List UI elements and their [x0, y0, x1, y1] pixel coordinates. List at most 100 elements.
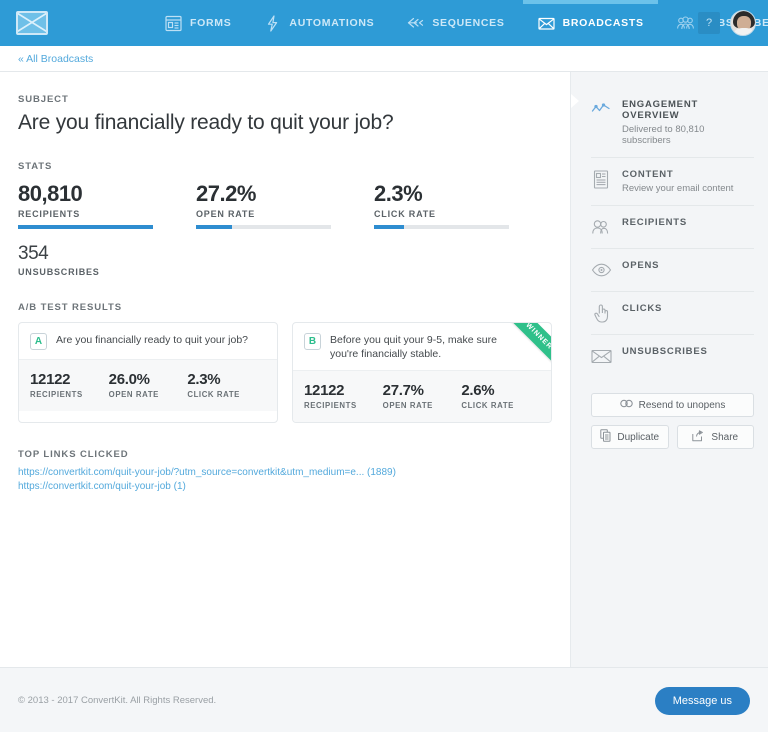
- ab-stat-value: 2.3%: [187, 371, 266, 388]
- document-icon: [591, 169, 611, 189]
- sidebar-item-recipients[interactable]: RECIPIENTS: [591, 205, 754, 248]
- stat-bar-fill: [18, 225, 153, 229]
- main-content-panel: SUBJECT Are you financially ready to qui…: [0, 72, 571, 667]
- variant-subject: Are you financially ready to quit your j…: [56, 333, 262, 347]
- sidebar-item-text: CLICKS: [622, 303, 662, 314]
- ab-stat-value: 12122: [304, 382, 383, 399]
- stat-value: 2.3%: [374, 181, 552, 207]
- sidebar-item-text: ENGAGEMENT OVERVIEW Delivered to 80,810 …: [622, 99, 754, 146]
- message-us-button[interactable]: Message us: [655, 687, 750, 715]
- stat-open-rate: 27.2% OPEN RATE: [196, 181, 374, 229]
- stat-name: RECIPIENTS: [18, 209, 196, 219]
- stat-value: 80,810: [18, 181, 196, 207]
- envelope-icon: [537, 15, 556, 32]
- nav-right-controls: ?: [698, 0, 756, 46]
- eye-icon: [591, 260, 611, 280]
- sidebar-item-subtitle: Review your email content: [622, 183, 733, 194]
- envelope-icon: [591, 346, 611, 366]
- ab-stat-value: 27.7%: [383, 382, 462, 399]
- variant-badge: B: [304, 333, 321, 350]
- engagement-sidebar: ENGAGEMENT OVERVIEW Delivered to 80,810 …: [571, 72, 768, 667]
- ab-variants-row: A Are you financially ready to quit your…: [18, 322, 552, 423]
- forms-icon: [164, 15, 183, 32]
- sidebar-item-text: CONTENT Review your email content: [622, 169, 733, 194]
- sidebar-item-engagement-overview[interactable]: ENGAGEMENT OVERVIEW Delivered to 80,810 …: [591, 88, 754, 157]
- sidebar-item-label: RECIPIENTS: [622, 217, 687, 228]
- sidebar-item-clicks[interactable]: CLICKS: [591, 291, 754, 334]
- avatar-body: [732, 28, 756, 36]
- stat-bar-fill: [374, 225, 404, 229]
- sidebar-item-content[interactable]: CONTENT Review your email content: [591, 157, 754, 205]
- ab-stat-recipients: 12122 RECIPIENTS: [30, 371, 109, 399]
- ab-variant-card-b[interactable]: WINNER B Before you quit your 9-5, make …: [292, 322, 552, 423]
- line-chart-icon: [591, 99, 611, 119]
- stat-unsubscribes: 354 UNSUBSCRIBES: [18, 243, 201, 277]
- ab-stat-value: 2.6%: [461, 382, 540, 399]
- brand-logo[interactable]: [16, 10, 48, 36]
- sidebar-item-text: OPENS: [622, 260, 659, 271]
- share-icon: [692, 430, 705, 445]
- subject-label: SUBJECT: [18, 94, 552, 105]
- ab-stat-click-rate: 2.6% CLICK RATE: [461, 382, 540, 410]
- nav-item-sequences[interactable]: SEQUENCES: [402, 0, 508, 46]
- active-item-pointer-icon: [571, 94, 579, 108]
- ab-stat-name: OPEN RATE: [109, 390, 188, 399]
- sidebar-item-label: CONTENT: [622, 169, 733, 180]
- ab-stat-value: 26.0%: [109, 371, 188, 388]
- envelope-logo-icon: [16, 11, 48, 35]
- nav-label-forms: FORMS: [190, 17, 231, 29]
- pointing-hand-icon: [591, 303, 611, 323]
- link-item[interactable]: https://convertkit.com/quit-your-job/?ut…: [18, 467, 552, 478]
- stat-name: OPEN RATE: [196, 209, 374, 219]
- sidebar-item-opens[interactable]: OPENS: [591, 248, 754, 291]
- ab-stat-name: RECIPIENTS: [304, 401, 383, 410]
- breadcrumb-bar: « All Broadcasts: [0, 46, 768, 72]
- nav-item-automations[interactable]: AUTOMATIONS: [259, 0, 378, 46]
- ab-variant-card-a[interactable]: A Are you financially ready to quit your…: [18, 322, 278, 423]
- ab-stat-name: OPEN RATE: [383, 401, 462, 410]
- share-button[interactable]: Share: [677, 425, 755, 449]
- top-links-label: TOP LINKS CLICKED: [18, 449, 552, 460]
- link-item[interactable]: https://convertkit.com/quit-your-job (1): [18, 481, 552, 492]
- ab-stat-click-rate: 2.3% CLICK RATE: [187, 371, 266, 399]
- avatar[interactable]: [730, 10, 756, 36]
- sequences-arrows-icon: [406, 15, 425, 32]
- ab-stat-value: 12122: [30, 371, 109, 388]
- stat-bar-track: [18, 225, 153, 229]
- ab-card-stats: 12122 RECIPIENTS 27.7% OPEN RATE 2.6% CL…: [293, 370, 551, 422]
- share-label: Share: [711, 432, 738, 443]
- sidebar-item-unsubscribes[interactable]: UNSUBSCRIBES: [591, 334, 754, 377]
- ab-stat-name: CLICK RATE: [461, 401, 540, 410]
- duplicate-button[interactable]: Duplicate: [591, 425, 669, 449]
- page-title: Are you financially ready to quit your j…: [18, 111, 552, 135]
- copyright-text: © 2013 - 2017 ConvertKit. All Rights Res…: [18, 695, 216, 706]
- sidebar-item-text: RECIPIENTS: [622, 217, 687, 228]
- ab-stat-recipients: 12122 RECIPIENTS: [304, 382, 383, 410]
- ab-stat-open-rate: 27.7% OPEN RATE: [383, 382, 462, 410]
- sidebar-item-label: ENGAGEMENT OVERVIEW: [622, 99, 754, 121]
- nav-label-broadcasts: BROADCASTS: [563, 17, 644, 29]
- nav-items: FORMS AUTOMATIONS: [160, 0, 768, 46]
- breadcrumb[interactable]: « All Broadcasts: [18, 53, 93, 65]
- stat-value: 354: [18, 243, 201, 265]
- footer: © 2013 - 2017 ConvertKit. All Rights Res…: [0, 667, 768, 732]
- stat-bar-track: [374, 225, 509, 229]
- stat-name: CLICK RATE: [374, 209, 552, 219]
- resend-to-unopens-button[interactable]: Resend to unopens: [591, 393, 754, 417]
- resend-loop-icon: [620, 399, 633, 411]
- ab-card-stats: 12122 RECIPIENTS 26.0% OPEN RATE 2.3% CL…: [19, 359, 277, 411]
- body-split: SUBJECT Are you financially ready to qui…: [0, 72, 768, 667]
- sidebar-item-label: CLICKS: [622, 303, 662, 314]
- help-button[interactable]: ?: [698, 12, 720, 34]
- sidebar-item-label: UNSUBSCRIBES: [622, 346, 708, 357]
- nav-item-forms[interactable]: FORMS: [160, 0, 235, 46]
- stat-value: 27.2%: [196, 181, 374, 207]
- app-root: FORMS AUTOMATIONS: [0, 0, 768, 732]
- stat-recipients: 80,810 RECIPIENTS: [18, 181, 196, 229]
- nav-item-broadcasts[interactable]: BROADCASTS: [533, 0, 648, 46]
- sidebar-actions: Resend to unopens: [591, 393, 754, 449]
- sidebar-item-text: UNSUBSCRIBES: [622, 346, 708, 357]
- top-navigation-bar: FORMS AUTOMATIONS: [0, 0, 768, 46]
- ab-stat-open-rate: 26.0% OPEN RATE: [109, 371, 188, 399]
- variant-subject: Before you quit your 9-5, make sure you'…: [330, 333, 540, 361]
